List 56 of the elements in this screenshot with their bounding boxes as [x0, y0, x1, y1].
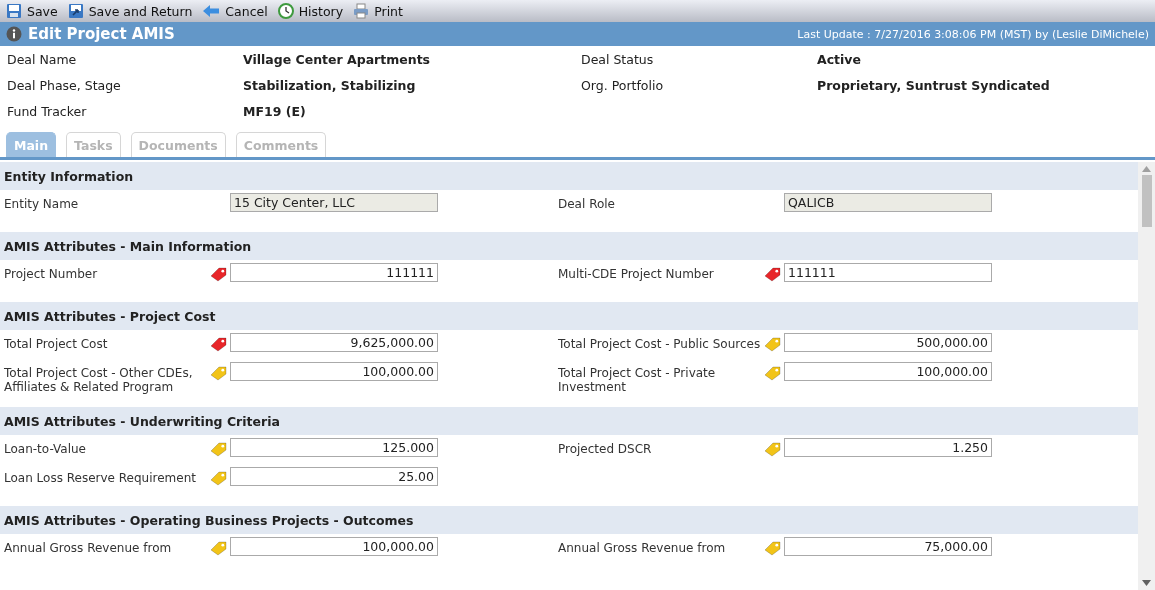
summary-value: Stabilization, Stabilizing	[243, 77, 417, 93]
summary-value: Village Center Apartments	[243, 51, 432, 67]
toolbar-button[interactable]: Save and Return	[67, 3, 193, 19]
scroll-up-icon[interactable]	[1142, 166, 1151, 172]
field-label: Multi-CDE Project Number	[558, 266, 715, 281]
toolbar-button[interactable]: Save	[6, 3, 58, 19]
summary-label: Deal Name	[7, 51, 78, 67]
info-icon	[6, 26, 22, 42]
field-label: Project Number	[4, 266, 99, 281]
field-label: Entity Name	[4, 196, 80, 211]
input-field[interactable]: 75,000.00	[784, 537, 992, 556]
summary-label: Fund Tracker	[7, 103, 88, 119]
field-label: Loan Loss Reserve Requirement	[4, 470, 197, 485]
section-header: AMIS Attributes - Main Information	[0, 232, 1138, 260]
input-field[interactable]: 1.250	[784, 438, 992, 457]
input-field[interactable]: 25.00	[230, 467, 438, 486]
section-header: AMIS Attributes - Operating Business Projects - Outcomes	[0, 506, 1138, 534]
summary-value: Active	[817, 51, 862, 67]
section-header: AMIS Attributes - Underwriting Criteria	[0, 407, 1138, 435]
left-arrow-icon	[202, 4, 221, 18]
field-label: Total Project Cost - Private Investment	[558, 365, 717, 394]
page-title: Edit Project AMIS	[28, 25, 175, 43]
field-label: Projected DSCR	[558, 441, 653, 456]
input-field[interactable]: 125.000	[230, 438, 438, 457]
section-header: AMIS Attributes - Project Cost	[0, 302, 1138, 330]
summary-label: Org. Portfolio	[581, 77, 665, 93]
summary-label: Deal Phase, Stage	[7, 77, 122, 93]
summary-value: Proprietary, Suntrust Syndicated	[817, 77, 1051, 93]
toolbar-button[interactable]: History	[277, 3, 344, 19]
scrollbar[interactable]	[1138, 162, 1155, 590]
input-field[interactable]: 500,000.00	[784, 333, 992, 352]
input-field[interactable]: 100,000.00	[230, 537, 438, 556]
scrollbar-thumb[interactable]	[1141, 175, 1152, 227]
field-label: Annual Gross Revenue from	[558, 540, 727, 555]
toolbar-button[interactable]: Print	[353, 3, 403, 19]
last-update-text: Last Update : 7/27/2016 3:08:06 PM (MST) by (Leslie DiMichele)	[797, 27, 1149, 41]
input-field[interactable]: 15 City Center, LLC	[230, 193, 438, 212]
clock-icon	[277, 3, 294, 19]
field-label: Total Project Cost - Public Sources	[558, 336, 762, 351]
input-field[interactable]: 111111	[230, 263, 438, 282]
field-label: Loan-to-Value	[4, 441, 87, 456]
scroll-down-icon[interactable]	[1142, 580, 1151, 586]
field-label: Total Project Cost	[4, 336, 109, 351]
field-label: Deal Role	[558, 196, 616, 211]
input-field[interactable]: 100,000.00	[784, 362, 992, 381]
field-label: Annual Gross Revenue from	[4, 540, 173, 555]
toolbar-button[interactable]: Cancel	[202, 3, 268, 19]
input-field[interactable]: 111111	[784, 263, 992, 282]
input-field[interactable]: 100,000.00	[230, 362, 438, 381]
input-field[interactable]: 9,625,000.00	[230, 333, 438, 352]
summary-label: Deal Status	[581, 51, 655, 67]
summary-value: MF19 (E)	[243, 103, 307, 119]
field-label: Total Project Cost - Other CDEs, Affiliates & Related Program	[4, 365, 194, 394]
input-field[interactable]: QALICB	[784, 193, 992, 212]
printer-icon	[353, 3, 370, 19]
section-header: Entity Information	[0, 162, 1138, 190]
